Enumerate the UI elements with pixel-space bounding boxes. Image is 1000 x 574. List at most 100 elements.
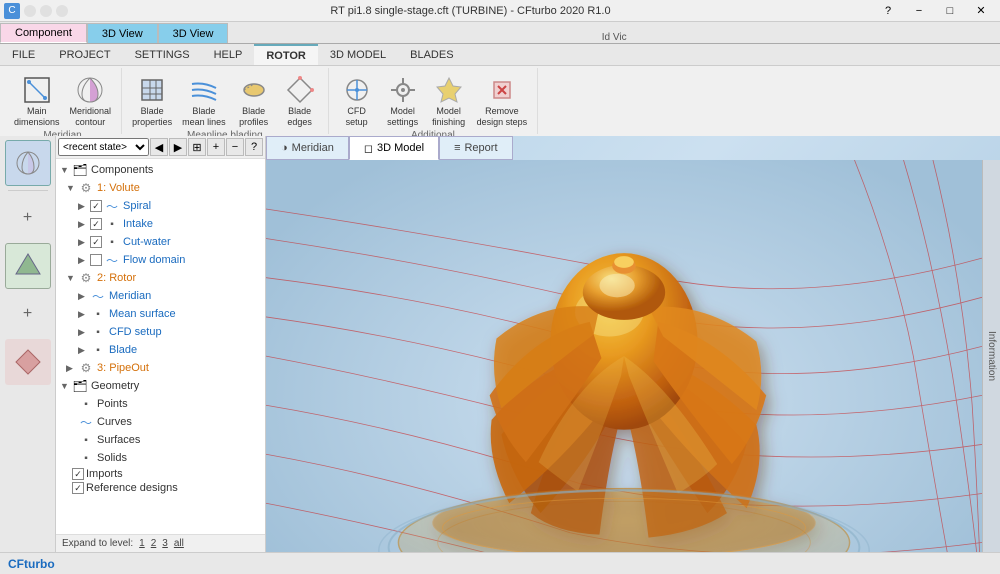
tree-node-components[interactable]: ▼ 🗂 Components [58, 161, 263, 179]
meridian-tab-icon: ◑ [281, 142, 288, 154]
window-title: RT pi1.8 single-stage.cft (TURBINE) - CF… [68, 5, 873, 17]
panel-btn-shape[interactable] [5, 243, 51, 289]
volute-label: 1: Volute [97, 182, 140, 194]
tree-node-spiral[interactable]: ▶ ～ Spiral [58, 197, 263, 215]
tree-node-rotor[interactable]: ▼ ⚙ 2: Rotor [58, 269, 263, 287]
tree-nav-back[interactable]: ◀ [150, 138, 168, 156]
viewport-tab-meridian[interactable]: ◑ Meridian [266, 136, 349, 160]
merid-icon [74, 74, 106, 106]
ribbon-group-meridian: Maindimensions Meridionalcontour Meridia… [4, 68, 122, 134]
flow-checkbox[interactable] [90, 254, 102, 266]
close-button[interactable]: ✕ [966, 0, 996, 22]
volute-arrow: ▼ [66, 183, 78, 193]
top-tab-bar: Component 3D View 3D View Id Vic [0, 22, 1000, 44]
viewport-tab-report[interactable]: ≡ Report [439, 136, 512, 160]
ribbon-tab-help[interactable]: HELP [202, 44, 255, 65]
cfd-setup-button[interactable]: CFDsetup [335, 72, 379, 130]
shape-icon [14, 252, 42, 280]
tree-expand-btn[interactable]: + [207, 138, 225, 156]
expand-level-all[interactable]: all [174, 538, 184, 549]
meridional-contour-button[interactable]: Meridionalcontour [66, 72, 116, 130]
blade-arrow: ▶ [78, 345, 90, 356]
expand-level-2[interactable]: 2 [151, 538, 157, 549]
tree-node-intake[interactable]: ▶ ▪ Intake [58, 215, 263, 233]
tree-node-meansurface[interactable]: ▶ ▪ Mean surface [58, 305, 263, 323]
main-dimensions-button[interactable]: Maindimensions [10, 72, 64, 130]
tree-node-cfdsetup[interactable]: ▶ ▪ CFD setup [58, 323, 263, 341]
ribbon-tab-project[interactable]: PROJECT [47, 44, 122, 65]
cutwater-checkbox[interactable] [90, 236, 102, 248]
tree-node-curves[interactable]: ～ Curves [58, 413, 263, 431]
tab-3dview1[interactable]: 3D View [87, 23, 158, 43]
expand-level-1[interactable]: 1 [139, 538, 145, 549]
tab-3dview2[interactable]: 3D View [158, 23, 229, 43]
pipe-label: 3: PipeOut [97, 362, 149, 374]
blade-properties-button[interactable]: Bladeproperties [128, 72, 176, 130]
blade-edges-button[interactable]: Bladeedges [278, 72, 322, 130]
tab-component[interactable]: Component [0, 23, 87, 43]
spiral-checkbox[interactable] [90, 200, 102, 212]
model-settings-button[interactable]: Modelsettings [381, 72, 425, 130]
tree-nav-forward[interactable]: ▶ [169, 138, 187, 156]
expand-level-3[interactable]: 3 [162, 538, 168, 549]
imp-label: Imports [86, 468, 123, 480]
components-folder-icon: 🗂 [72, 162, 88, 178]
blade-prop-icon [136, 74, 168, 106]
spiral-arrow: ▶ [78, 201, 90, 212]
expand-label: Expand to level: [62, 538, 133, 549]
tree-node-blade[interactable]: ▶ ▪ Blade [58, 341, 263, 359]
help-button[interactable]: ? [873, 0, 903, 22]
meridian-buttons: Maindimensions Meridionalcontour [10, 68, 115, 130]
ref-checkbox[interactable] [72, 482, 84, 494]
maximize-button[interactable]: □ [935, 0, 965, 22]
imp-checkbox[interactable] [72, 468, 84, 480]
tree-node-pipeout[interactable]: ▶ ⚙ 3: PipeOut [58, 359, 263, 377]
profiles-icon [238, 74, 270, 106]
viewport[interactable]: ◑ Meridian ◻ 3D Model ≡ Report (4) Infor… [266, 136, 1000, 552]
state-selector[interactable]: <recent state> [58, 138, 149, 156]
panel-btn-diamond[interactable] [5, 339, 51, 385]
ribbon-tab-settings[interactable]: SETTINGS [123, 44, 202, 65]
tree-node-meridian[interactable]: ▶ ～ Meridian [58, 287, 263, 305]
ribbon-content: Maindimensions Meridionalcontour Meridia… [0, 66, 1000, 136]
app-icon: C [4, 3, 20, 19]
remove-steps-button[interactable]: Removedesign steps [473, 72, 532, 130]
blade-profiles-button[interactable]: Bladeprofiles [232, 72, 276, 130]
tree-help-btn[interactable]: ? [245, 138, 263, 156]
intake-checkbox[interactable] [90, 218, 102, 230]
ribbon-tab-rotor[interactable]: ROTOR [254, 44, 318, 65]
window-controls: ? − □ ✕ [873, 0, 996, 22]
curves-icon: ～ [78, 414, 94, 430]
pipe-arrow: ▶ [66, 363, 78, 374]
pipe-icon: ⚙ [78, 360, 94, 376]
expand-arrow: ▼ [60, 165, 72, 175]
tree-collapse-btn[interactable]: − [226, 138, 244, 156]
model-finishing-button[interactable]: Modelfinishing [427, 72, 471, 130]
tree-node-imports[interactable]: Imports [58, 467, 263, 481]
tree-node-refdesigns[interactable]: Reference designs [58, 481, 263, 495]
panel-btn-meridian[interactable] [5, 140, 51, 186]
tree-node-volute[interactable]: ▼ ⚙ 1: Volute [58, 179, 263, 197]
tree-footer: Expand to level: 1 2 3 all [56, 534, 265, 552]
merid-label: Meridionalcontour [70, 106, 112, 128]
tree-node-cutwater[interactable]: ▶ ▪ Cut-water [58, 233, 263, 251]
minimize-button[interactable]: − [904, 0, 934, 22]
tree-node-surfaces[interactable]: ▪ Surfaces [58, 431, 263, 449]
blade-prop-label: Bladeproperties [132, 106, 172, 128]
tree-node-flowdomain[interactable]: ▶ ～ Flow domain [58, 251, 263, 269]
tree-node-solids[interactable]: ▪ Solids [58, 449, 263, 467]
panel-btn-add1[interactable]: + [5, 195, 51, 241]
viewport-tab-3dmodel[interactable]: ◻ 3D Model [349, 136, 439, 160]
plus-icon2: + [23, 305, 32, 323]
tree-node-points[interactable]: ▪ Points [58, 395, 263, 413]
ribbon-tab-3dmodel[interactable]: 3D MODEL [318, 44, 398, 65]
panel-btn-add2[interactable]: + [5, 291, 51, 337]
tree-add-tab[interactable]: ⊞ [188, 138, 206, 156]
left-panel: + + [0, 136, 56, 552]
ribbon-tab-file[interactable]: FILE [0, 44, 47, 65]
tree-node-geometry[interactable]: ▼ 🗂 Geometry [58, 377, 263, 395]
ribbon-tab-blades[interactable]: BLADES [398, 44, 465, 65]
blade-mean-lines-button[interactable]: Blademean lines [178, 72, 230, 130]
ms-icon: ▪ [90, 306, 106, 322]
info-sidebar[interactable]: Information [982, 160, 1000, 552]
